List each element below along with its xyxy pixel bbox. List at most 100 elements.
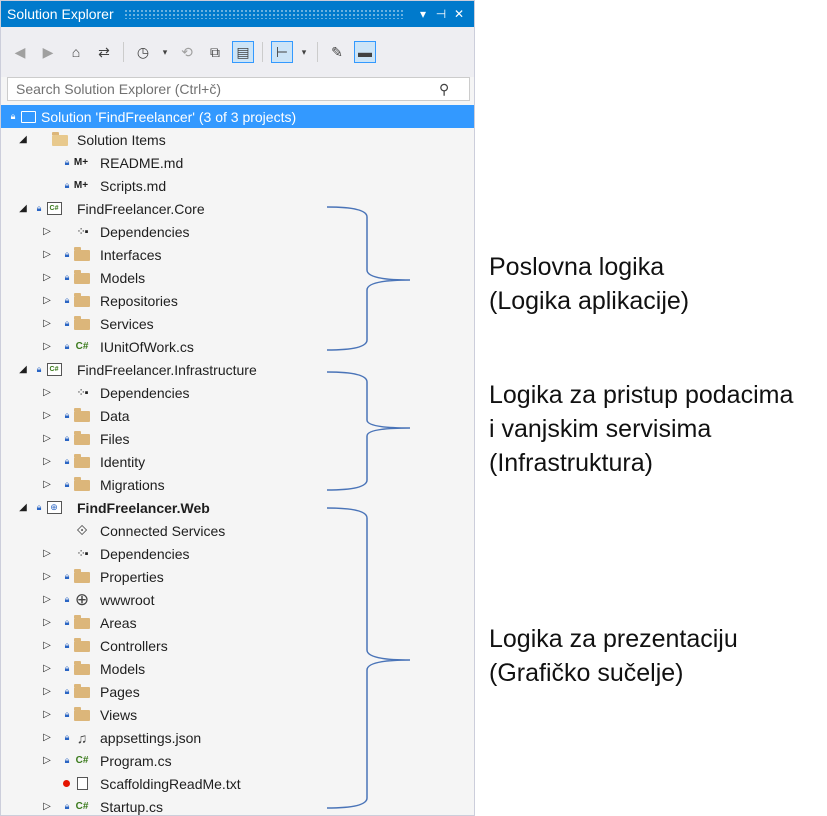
tree-item-label: Areas bbox=[100, 614, 137, 631]
forward-icon[interactable]: ▶ bbox=[37, 41, 59, 63]
tree-item-readme[interactable]: 🔒︎ M+ README.md bbox=[1, 151, 474, 174]
pin-icon[interactable]: ⊣ bbox=[432, 7, 450, 21]
tree-item-web-appsettings[interactable]: ▷ 🔒︎ ♫ appsettings.json bbox=[1, 726, 474, 749]
collapsed-arrow-icon[interactable]: ▷ bbox=[41, 479, 53, 490]
window-position-dropdown-icon[interactable]: ▾ bbox=[414, 7, 432, 21]
collapsed-arrow-icon[interactable]: ▷ bbox=[41, 387, 53, 398]
tree-item-solution[interactable]: 🔒︎ Solution 'FindFreelancer' (3 of 3 pro… bbox=[1, 105, 474, 128]
tree-item-web-views[interactable]: ▷ 🔒︎ Views bbox=[1, 703, 474, 726]
close-icon[interactable]: ✕ bbox=[450, 7, 468, 21]
expanded-arrow-icon[interactable]: ◢ bbox=[17, 364, 29, 375]
collapsed-arrow-icon[interactable]: ▷ bbox=[41, 249, 53, 260]
lock-icon: 🔒︎ bbox=[64, 456, 70, 466]
folder-icon bbox=[73, 684, 91, 700]
collapsed-arrow-icon[interactable]: ▷ bbox=[41, 295, 53, 306]
home-icon[interactable]: ⌂ bbox=[65, 41, 87, 63]
search-input[interactable]: Search Solution Explorer (Ctrl+č) bbox=[8, 81, 439, 97]
active-document-icon[interactable]: ▬ bbox=[354, 41, 376, 63]
panel-title: Solution Explorer bbox=[7, 6, 114, 22]
tree-item-core-repositories[interactable]: ▷ 🔒︎ Repositories bbox=[1, 289, 474, 312]
tree-item-infra-dependencies[interactable]: ▷ ⁘▪ Dependencies bbox=[1, 381, 474, 404]
tree-item-core-iunitofwork[interactable]: ▷ 🔒︎ C# IUnitOfWork.cs bbox=[1, 335, 474, 358]
tree-item-infra-files[interactable]: ▷ 🔒︎ Files bbox=[1, 427, 474, 450]
tree-item-web-areas[interactable]: ▷ 🔒︎ Areas bbox=[1, 611, 474, 634]
csharp-file-icon: C# bbox=[75, 341, 89, 352]
sync-icon[interactable]: ⟲ bbox=[176, 41, 198, 63]
preview-dropdown-icon[interactable]: ▾ bbox=[299, 41, 309, 63]
tree-item-label: FindFreelancer.Infrastructure bbox=[77, 361, 257, 378]
tree-item-web-pages[interactable]: ▷ 🔒︎ Pages bbox=[1, 680, 474, 703]
tree-item-label: IUnitOfWork.cs bbox=[100, 338, 194, 355]
expanded-arrow-icon[interactable]: ◢ bbox=[17, 203, 29, 214]
tree-item-web-wwwroot[interactable]: ▷ 🔒︎ ⊕ wwwroot bbox=[1, 588, 474, 611]
drag-grip[interactable] bbox=[123, 9, 404, 19]
collapsed-arrow-icon[interactable]: ▷ bbox=[41, 433, 53, 444]
lock-icon: 🔒︎ bbox=[64, 640, 70, 650]
collapse-all-icon[interactable]: ⧉ bbox=[204, 41, 226, 63]
tree-item-web-models[interactable]: ▷ 🔒︎ Models bbox=[1, 657, 474, 680]
annotation-business-logic: Poslovna logika (Logika aplikacije) bbox=[489, 250, 689, 318]
tree-item-project-core[interactable]: ◢ 🔒︎ C# FindFreelancer.Core bbox=[1, 197, 474, 220]
tree-item-scripts[interactable]: 🔒︎ M+ Scripts.md bbox=[1, 174, 474, 197]
switch-views-icon[interactable]: ⇄ bbox=[93, 41, 115, 63]
pending-changes-dropdown-icon[interactable]: ▾ bbox=[160, 41, 170, 63]
lock-icon: 🔒︎ bbox=[64, 341, 70, 351]
back-icon[interactable]: ◀ bbox=[9, 41, 31, 63]
tree-item-solution-items[interactable]: ◢ Solution Items bbox=[1, 128, 474, 151]
collapsed-arrow-icon[interactable]: ▷ bbox=[41, 801, 53, 812]
properties-icon[interactable]: ✎ bbox=[326, 41, 348, 63]
collapsed-arrow-icon[interactable]: ▷ bbox=[41, 318, 53, 329]
tree-item-project-infrastructure[interactable]: ◢ 🔒︎ C# FindFreelancer.Infrastructure bbox=[1, 358, 474, 381]
toolbar-separator bbox=[123, 42, 124, 62]
show-all-files-icon[interactable]: ▤ bbox=[232, 41, 254, 63]
tree-item-infra-identity[interactable]: ▷ 🔒︎ Identity bbox=[1, 450, 474, 473]
search-box[interactable]: Search Solution Explorer (Ctrl+č) ⚲ bbox=[7, 77, 470, 101]
tree-item-web-startup[interactable]: ▷ 🔒︎ C# Startup.cs bbox=[1, 795, 474, 815]
lock-icon: 🔒︎ bbox=[64, 801, 70, 811]
tree-item-infra-migrations[interactable]: ▷ 🔒︎ Migrations bbox=[1, 473, 474, 496]
pending-add-icon bbox=[63, 780, 70, 787]
tree-item-web-dependencies[interactable]: ▷ ⁘▪ Dependencies bbox=[1, 542, 474, 565]
folder-icon bbox=[73, 638, 91, 654]
tree-item-web-properties[interactable]: ▷ 🔒︎ Properties bbox=[1, 565, 474, 588]
folder-icon bbox=[73, 477, 91, 493]
folder-icon bbox=[73, 707, 91, 723]
tree-item-infra-data[interactable]: ▷ 🔒︎ Data bbox=[1, 404, 474, 427]
collapsed-arrow-icon[interactable]: ▷ bbox=[41, 226, 53, 237]
tree-item-label: Properties bbox=[100, 568, 164, 585]
collapsed-arrow-icon[interactable]: ▷ bbox=[41, 341, 53, 352]
collapsed-arrow-icon[interactable]: ▷ bbox=[41, 456, 53, 467]
collapsed-arrow-icon[interactable]: ▷ bbox=[41, 571, 53, 582]
text-file-icon bbox=[73, 776, 91, 792]
tree-item-core-interfaces[interactable]: ▷ 🔒︎ Interfaces bbox=[1, 243, 474, 266]
collapsed-arrow-icon[interactable]: ▷ bbox=[41, 548, 53, 559]
pending-changes-icon[interactable]: ◷ bbox=[132, 41, 154, 63]
lock-icon: 🔒︎ bbox=[10, 111, 16, 121]
collapsed-arrow-icon[interactable]: ▷ bbox=[41, 640, 53, 651]
collapsed-arrow-icon[interactable]: ▷ bbox=[41, 755, 53, 766]
annotation-line: (Infrastruktura) bbox=[489, 449, 653, 477]
preview-selected-icon[interactable]: ⊢ bbox=[271, 41, 293, 63]
collapsed-arrow-icon[interactable]: ▷ bbox=[41, 594, 53, 605]
tree-item-core-dependencies[interactable]: ▷ ⁘▪ Dependencies bbox=[1, 220, 474, 243]
collapsed-arrow-icon[interactable]: ▷ bbox=[41, 709, 53, 720]
solution-explorer-panel: Solution Explorer ▾ ⊣ ✕ ◀ ▶ ⌂ ⇄ ◷ ▾ ⟲ ⧉ … bbox=[0, 0, 475, 816]
tree-item-web-scaffolding-readme[interactable]: ScaffoldingReadMe.txt bbox=[1, 772, 474, 795]
collapsed-arrow-icon[interactable]: ▷ bbox=[41, 272, 53, 283]
tree-item-web-program[interactable]: ▷ 🔒︎ C# Program.cs bbox=[1, 749, 474, 772]
expanded-arrow-icon[interactable]: ◢ bbox=[17, 134, 29, 145]
collapsed-arrow-icon[interactable]: ▷ bbox=[41, 686, 53, 697]
tree-item-web-controllers[interactable]: ▷ 🔒︎ Controllers bbox=[1, 634, 474, 657]
search-icon[interactable]: ⚲ bbox=[439, 81, 469, 98]
tree-item-core-services[interactable]: ▷ 🔒︎ Services bbox=[1, 312, 474, 335]
collapsed-arrow-icon[interactable]: ▷ bbox=[41, 663, 53, 674]
solution-tree: 🔒︎ Solution 'FindFreelancer' (3 of 3 pro… bbox=[1, 105, 474, 815]
tree-item-web-connected-services[interactable]: ⟐ Connected Services bbox=[1, 519, 474, 542]
collapsed-arrow-icon[interactable]: ▷ bbox=[41, 617, 53, 628]
expanded-arrow-icon[interactable]: ◢ bbox=[17, 502, 29, 513]
folder-icon bbox=[73, 408, 91, 424]
collapsed-arrow-icon[interactable]: ▷ bbox=[41, 732, 53, 743]
tree-item-project-web[interactable]: ◢ 🔒︎ ⊕ FindFreelancer.Web bbox=[1, 496, 474, 519]
tree-item-core-models[interactable]: ▷ 🔒︎ Models bbox=[1, 266, 474, 289]
collapsed-arrow-icon[interactable]: ▷ bbox=[41, 410, 53, 421]
